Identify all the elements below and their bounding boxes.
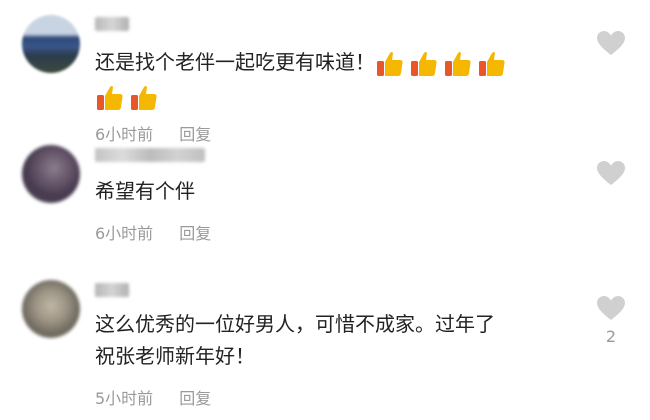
reply-button[interactable]: 回复: [179, 389, 211, 408]
comment-text-body: 希望有个伴: [95, 179, 195, 203]
emoji-row-1: [375, 50, 511, 76]
avatar[interactable]: [22, 280, 80, 338]
heart-icon[interactable]: [596, 30, 626, 56]
avatar[interactable]: [22, 145, 80, 203]
emoji-row-2: [95, 79, 163, 113]
comment-item: 希望有个伴 6小时前 回复: [0, 140, 650, 260]
comment-text: 这么优秀的一位好男人，可惜不成家。过年了: [95, 307, 495, 341]
thumbs-up-icon: [411, 51, 437, 76]
thumbs-up-icon: [445, 51, 471, 76]
username[interactable]: [95, 17, 129, 31]
thumbs-up-icon: [97, 85, 123, 110]
comment-list: 还是找个老伴一起吃更有味道！ 6小时前 回复 希望有个伴 6小时前 回复 这么优秀的…: [0, 0, 650, 420]
comment-item: 还是找个老伴一起吃更有味道！ 6小时前 回复: [0, 0, 650, 150]
comment-meta: 6小时前 回复: [95, 220, 211, 244]
comment-text-line-1: 这么优秀的一位好男人，可惜不成家。过年了: [95, 312, 495, 336]
thumbs-up-icon: [479, 51, 505, 76]
comment-meta: 5小时前 回复: [95, 385, 211, 409]
comment-item: 这么优秀的一位好男人，可惜不成家。过年了 祝张老师新年好！ 5小时前 回复 2: [0, 275, 650, 420]
username[interactable]: [95, 283, 129, 297]
heart-icon[interactable]: [596, 160, 626, 186]
comment-text-body: 还是找个老伴一起吃更有味道！: [95, 50, 375, 74]
comment-text: 还是找个老伴一起吃更有味道！: [95, 45, 511, 79]
thumbs-up-icon: [377, 51, 403, 76]
reply-button[interactable]: 回复: [179, 224, 211, 243]
comment-time: 5小时前: [95, 389, 154, 408]
comment-text: 希望有个伴: [95, 174, 195, 208]
comment-text-line-2: 祝张老师新年好！: [95, 344, 255, 368]
heart-icon[interactable]: [596, 295, 626, 321]
avatar[interactable]: [22, 15, 80, 73]
like-count: 2: [605, 327, 617, 346]
username[interactable]: [95, 148, 205, 162]
comment-text: 祝张老师新年好！: [95, 339, 255, 373]
comment-time: 6小时前: [95, 224, 154, 243]
thumbs-up-icon: [131, 85, 157, 110]
